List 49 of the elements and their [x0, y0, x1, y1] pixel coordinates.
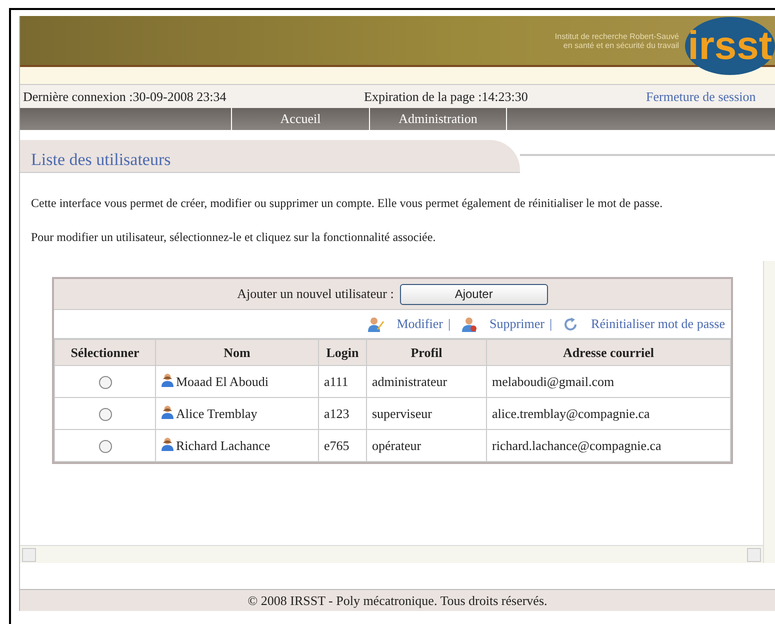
login-cell: a123: [318, 398, 366, 430]
refresh-icon: [563, 316, 578, 332]
scroll-right-icon[interactable]: [747, 548, 761, 562]
action-link[interactable]: Modifier: [396, 314, 443, 334]
login-cell: a111: [318, 366, 366, 398]
radio-button[interactable]: [98, 440, 112, 454]
logo: irsst: [685, 16, 775, 74]
user-name: Alice Tremblay: [176, 406, 258, 421]
column-header: Adresse courriel: [486, 340, 730, 366]
column-header: Login: [318, 340, 366, 366]
radio-button[interactable]: [98, 376, 112, 390]
last-login-text: Dernière connexion :30-09-2008 23:34: [22, 88, 228, 106]
horizontal-scrollbar[interactable]: [20, 545, 763, 563]
radio-button[interactable]: [98, 408, 112, 422]
separator: |: [448, 315, 451, 334]
profile-cell: administrateur: [366, 366, 486, 398]
scroll-left-icon[interactable]: [22, 548, 36, 562]
profile-cell: opérateur: [366, 430, 486, 462]
user-edit-icon: [368, 316, 384, 332]
vertical-scrollbar[interactable]: [763, 261, 775, 563]
user-icon: [161, 436, 174, 451]
column-header: Profil: [366, 340, 486, 366]
column-header: Sélectionner: [54, 340, 156, 366]
add-user-label: Ajouter un nouvel utilisateur :: [237, 285, 394, 304]
logout-link[interactable]: Fermeture de session: [646, 86, 756, 106]
action-link[interactable]: Réinitialiser mot de passe: [591, 314, 725, 334]
institute-name: Institut de recherche Robert-Sauvé: [554, 32, 679, 40]
copyright-text: © 2008 IRSST - Poly mécatronique. Tous droits réservés.: [248, 592, 548, 610]
nav-tab[interactable]: Accueil: [231, 108, 369, 130]
email-cell: alice.tremblay@compagnie.ca: [486, 398, 730, 430]
user-icon: [161, 372, 174, 387]
add-button[interactable]: Ajouter: [400, 284, 548, 304]
email-cell: richard.lachance@compagnie.ca: [486, 430, 730, 462]
description-text: Pour modifier un utilisateur, sélectionnez-le et cliquez sur la fonctionnalité associée.: [31, 229, 437, 246]
action-link[interactable]: Supprimer: [490, 314, 544, 334]
user-icon: [462, 316, 477, 332]
nav-tab[interactable]: Administration: [369, 108, 507, 130]
separator: |: [549, 315, 552, 334]
user-name: Richard Lachance: [176, 438, 270, 453]
user-name: Moaad El Aboudi: [176, 374, 268, 389]
login-cell: e765: [318, 430, 366, 462]
email-cell: melaboudi@gmail.com: [486, 366, 730, 398]
profile-cell: superviseur: [366, 398, 486, 430]
user-icon: [161, 404, 174, 419]
column-header: Nom: [156, 340, 318, 366]
page-title: Liste des utilisateurs: [31, 149, 171, 171]
description-text: Cette interface vous permet de créer, modifier ou supprimer un compte. Elle vous permet également de réinitialiser le mot de passe.: [31, 195, 664, 212]
institute-subtitle: en santé et en sécurité du travail: [563, 40, 679, 50]
expiration-text: Expiration de la page :14:23:30: [364, 88, 529, 106]
